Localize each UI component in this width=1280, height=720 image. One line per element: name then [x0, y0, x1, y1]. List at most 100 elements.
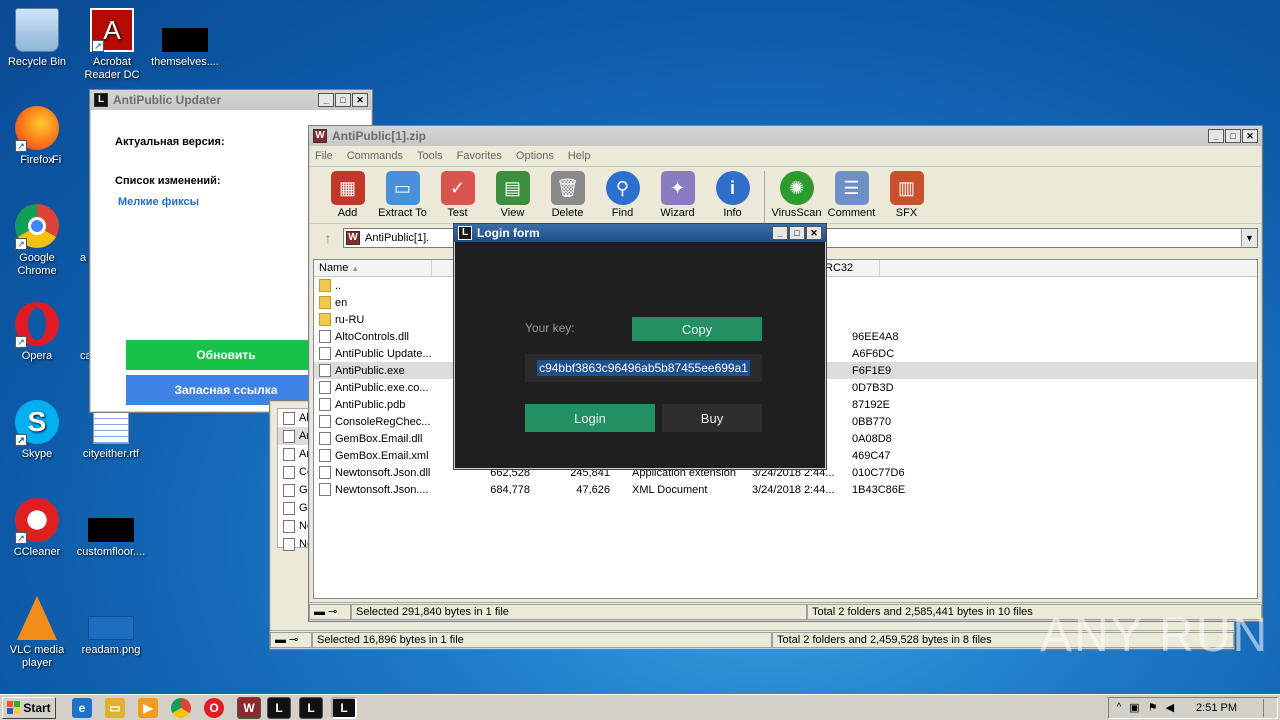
menu-options[interactable]: Options	[516, 150, 554, 162]
file-crc: 010C77D6	[852, 466, 905, 479]
start-button[interactable]: Start	[2, 696, 56, 719]
column-name[interactable]: Name ▲	[314, 260, 432, 276]
login-titlebar[interactable]: L Login form _ □ ✕	[454, 224, 826, 242]
acrobat-reader-shortcut[interactable]: A ↗ Acrobat Reader DC	[75, 8, 149, 82]
virusscan-button[interactable]: ✺ VirusScan	[769, 171, 824, 223]
info-icon: i	[715, 171, 750, 205]
windows-logo-icon	[7, 701, 21, 714]
volume-icon[interactable]: ◀	[1166, 701, 1174, 714]
login-taskbar-icon[interactable]: L	[331, 696, 357, 719]
menu-tools[interactable]: Tools	[417, 150, 443, 162]
updater-taskbar-icon[interactable]: L	[299, 696, 323, 719]
acrobat-icon: A ↗	[90, 8, 134, 52]
file-icon	[319, 432, 331, 445]
file-packed: 47,626	[576, 483, 610, 496]
delete-button[interactable]: 🗑 Delete	[540, 171, 595, 223]
login-button[interactable]: Login	[525, 404, 655, 432]
maximize-button[interactable]: □	[1225, 129, 1241, 143]
readam-png-file[interactable]: readam.png	[74, 596, 148, 657]
flag-icon[interactable]: ⚑	[1148, 701, 1158, 714]
network-icon[interactable]: ▣	[1129, 701, 1139, 714]
close-button[interactable]: ✕	[806, 226, 822, 240]
redacted-file-icon	[88, 518, 134, 542]
chrome-taskbar-icon[interactable]	[171, 697, 191, 718]
file-icon	[283, 483, 295, 497]
tray-expand-icon[interactable]: ^	[1117, 702, 1122, 713]
recycle-bin-icon	[15, 8, 59, 52]
media-player-icon[interactable]: ▶	[138, 697, 158, 718]
clock[interactable]: 2:51 PM	[1196, 702, 1237, 714]
dropdown-arrow-icon[interactable]: ▼	[1241, 229, 1257, 247]
customfloor-file[interactable]: customfloor....	[74, 498, 148, 559]
winrar-titlebar[interactable]: W AntiPublic[1].zip _ □ ✕	[309, 126, 1262, 146]
minimize-button[interactable]: _	[1208, 129, 1224, 143]
file-crc: 96EE4A8	[852, 330, 899, 343]
opera-taskbar-icon[interactable]: O	[204, 697, 224, 718]
extract-to-button[interactable]: ▭ Extract To	[375, 171, 430, 223]
sfx-button[interactable]: ▥ SFX	[879, 171, 934, 223]
chrome-shortcut[interactable]: ↗ Google Chrome	[0, 204, 74, 278]
antipublic-taskbar-icon[interactable]: L	[267, 696, 291, 719]
file-row[interactable]: Newtonsoft.Json.... 684,778 47,626 XML Docu…	[314, 481, 1257, 498]
minimize-button[interactable]: _	[772, 226, 788, 240]
menu-commands[interactable]: Commands	[347, 150, 403, 162]
recycle-bin-shortcut[interactable]: Recycle Bin	[0, 8, 74, 69]
partial-desktop-icon[interactable]: Fi	[52, 106, 82, 167]
copy-button[interactable]: Copy	[632, 317, 762, 341]
system-tray: ^ ▣ ⚑ ◀ 2:51 PM	[1107, 696, 1278, 719]
themselves-file-icon[interactable]: themselves....	[148, 8, 222, 69]
file-crc: A6F6DC	[852, 347, 895, 360]
test-button[interactable]: ✓ Test	[430, 171, 485, 223]
info-button[interactable]: i Info	[705, 171, 760, 223]
drive-icon[interactable]: ▬ ⊸	[270, 631, 312, 648]
file-crc: 0BB770	[852, 415, 892, 428]
skype-shortcut[interactable]: S ↗ Skype	[0, 400, 74, 461]
key-field[interactable]: c94bbf3863c96496ab5b87455ee699a1	[525, 354, 762, 382]
window-title: Login form	[477, 226, 540, 240]
menu-help[interactable]: Help	[568, 150, 591, 162]
menu-favorites[interactable]: Favorites	[457, 150, 502, 162]
update-button[interactable]: Обновить	[126, 340, 326, 370]
maximize-button[interactable]: □	[789, 226, 805, 240]
ie-icon[interactable]: e	[72, 697, 92, 718]
find-button[interactable]: ⚲ Find	[595, 171, 650, 223]
file-name: AntiPublic.pdb	[335, 398, 406, 411]
desktop-icon-label: Recycle Bin	[7, 56, 67, 68]
ccleaner-icon: ↗	[15, 498, 59, 544]
minimize-button[interactable]: _	[318, 93, 334, 107]
buy-button[interactable]: Buy	[662, 404, 762, 432]
folder-icon	[319, 313, 331, 326]
taskbar: Start e ▭ ▶ O W L L L ^ ▣ ⚑ ◀ 2:51 PM	[0, 694, 1280, 720]
file-icon	[283, 519, 295, 533]
winrar-taskbar-icon[interactable]: W	[237, 696, 261, 719]
view-button[interactable]: ▤ View	[485, 171, 540, 223]
maximize-button[interactable]: □	[335, 93, 351, 107]
menu-file[interactable]: File	[315, 150, 333, 162]
file-icon	[283, 411, 295, 425]
file-name: AntiPublic.exe.co...	[335, 381, 429, 394]
ccleaner-shortcut[interactable]: ↗ CCleaner	[0, 498, 74, 559]
close-button[interactable]: ✕	[1242, 129, 1258, 143]
add-button[interactable]: ▦ Add	[320, 171, 375, 223]
drive-icon[interactable]: ▬ ⊸	[309, 603, 351, 620]
comment-button[interactable]: ☰ Comment	[824, 171, 879, 223]
desktop-icon-label: themselves....	[151, 56, 219, 68]
folder-icon	[319, 279, 331, 292]
opera-shortcut[interactable]: ↗ Opera	[0, 302, 74, 363]
file-crc: 0A08D8	[852, 432, 892, 445]
show-desktop-button[interactable]	[1263, 698, 1269, 717]
vlc-shortcut[interactable]: VLC media player	[0, 596, 74, 670]
column-crc[interactable]: RC32	[820, 260, 880, 276]
changes-link[interactable]: Мелкие фиксы	[118, 196, 199, 208]
explorer-icon[interactable]: ▭	[105, 697, 125, 718]
up-arrow-icon[interactable]: ↑	[313, 230, 343, 246]
wizard-button[interactable]: ✦ Wizard	[650, 171, 705, 223]
updater-titlebar[interactable]: L AntiPublic Updater _ □ ✕	[90, 90, 372, 110]
file-crc: F6F1E9	[852, 364, 892, 377]
image-file-icon	[88, 616, 134, 640]
redacted-file-icon	[162, 28, 208, 52]
file-icon	[283, 447, 295, 461]
close-button[interactable]: ✕	[352, 93, 368, 107]
folder-icon	[319, 296, 331, 309]
file-type: XML Document	[632, 483, 708, 496]
